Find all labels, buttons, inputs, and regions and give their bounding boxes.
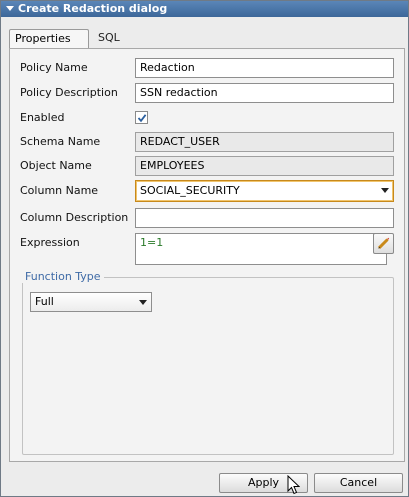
window-menu-icon[interactable]	[4, 1, 16, 17]
policy-description-field[interactable]: SSN redaction	[135, 83, 394, 103]
expression-field[interactable]: 1=1	[135, 233, 387, 265]
object-name-field: EMPLOYEES	[135, 156, 394, 176]
cancel-button[interactable]: Cancel	[314, 473, 403, 493]
schema-name-label: Schema Name	[20, 135, 101, 148]
pencil-icon	[377, 237, 390, 250]
policy-name-field[interactable]: Redaction	[135, 58, 394, 78]
column-name-value: SOCIAL_SECURITY	[140, 184, 240, 197]
tab-sql[interactable]: SQL	[93, 29, 125, 48]
schema-name-field: REDACT_USER	[135, 132, 394, 152]
column-description-label: Column Description	[20, 211, 129, 224]
chevron-down-icon	[381, 188, 389, 193]
mouse-cursor-icon	[287, 475, 300, 495]
policy-name-label: Policy Name	[20, 61, 88, 74]
tab-bar: Properties SQL	[9, 29, 405, 48]
create-redaction-dialog: Create Redaction dialog Properties SQL P…	[0, 0, 409, 497]
title-bar: Create Redaction dialog	[1, 1, 408, 17]
chevron-down-icon	[139, 300, 147, 305]
object-name-label: Object Name	[20, 159, 92, 172]
dialog-title: Create Redaction dialog	[18, 2, 168, 15]
column-description-field[interactable]	[135, 208, 394, 228]
enabled-checkbox[interactable]	[135, 111, 148, 124]
edit-expression-button[interactable]	[373, 233, 394, 254]
checkmark-icon	[137, 113, 146, 122]
column-name-select[interactable]: SOCIAL_SECURITY	[135, 180, 394, 202]
enabled-label: Enabled	[20, 111, 65, 124]
function-type-title: Function Type	[22, 270, 104, 283]
column-name-label: Column Name	[20, 184, 99, 197]
expression-label: Expression	[20, 236, 80, 249]
function-type-select[interactable]: Full	[30, 292, 152, 312]
policy-description-label: Policy Description	[20, 86, 118, 99]
function-type-value: Full	[35, 295, 54, 308]
tab-properties[interactable]: Properties	[9, 29, 89, 48]
properties-panel: Policy Name Redaction Policy Description…	[9, 48, 405, 462]
